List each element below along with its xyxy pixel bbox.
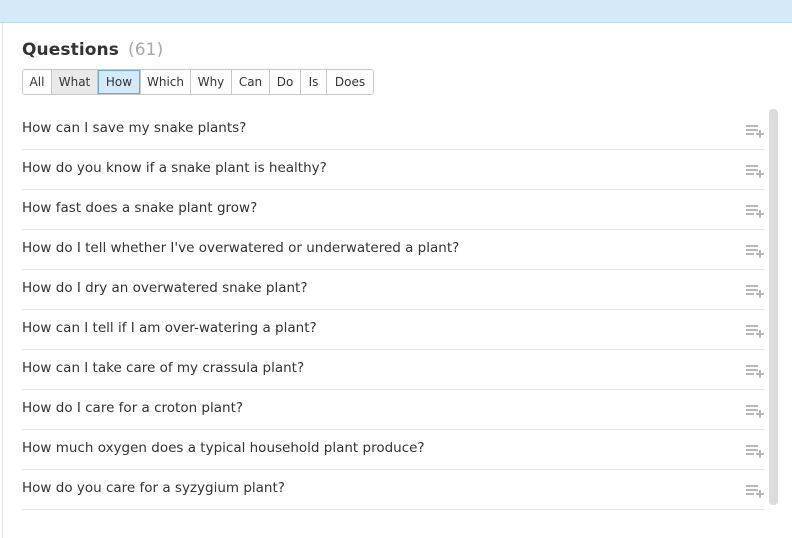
- filter-why[interactable]: Why: [191, 70, 232, 94]
- list-item: How do you know if a snake plant is heal…: [22, 150, 764, 190]
- question-text[interactable]: How do I dry an overwatered snake plant?: [22, 280, 308, 296]
- filter-can[interactable]: Can: [232, 70, 270, 94]
- add-to-list-icon[interactable]: [746, 484, 764, 498]
- question-text[interactable]: How do I care for a croton plant?: [22, 400, 243, 416]
- question-text[interactable]: How fast does a snake plant grow?: [22, 200, 257, 216]
- add-to-list-icon[interactable]: [746, 324, 764, 338]
- list-item: How can I save my snake plants?: [22, 110, 764, 150]
- add-to-list-icon[interactable]: [746, 404, 764, 418]
- filter-all[interactable]: All: [23, 70, 52, 94]
- add-to-list-icon[interactable]: [746, 364, 764, 378]
- filter-does[interactable]: Does: [327, 70, 373, 94]
- list-scrollbar[interactable]: [769, 109, 778, 505]
- list-item: How do I dry an overwatered snake plant?: [22, 270, 764, 310]
- filter-is[interactable]: Is: [301, 70, 327, 94]
- add-to-list-icon[interactable]: [746, 444, 764, 458]
- list-item: How can I tell if I am over-watering a p…: [22, 310, 764, 350]
- panel-title-text: Questions: [22, 40, 119, 60]
- list-item: How much oxygen does a typical household…: [22, 430, 764, 470]
- question-text[interactable]: How can I take care of my crassula plant…: [22, 360, 304, 376]
- question-text[interactable]: How do you care for a syzygium plant?: [22, 480, 285, 496]
- list-item: How fast does a snake plant grow?: [22, 190, 764, 230]
- questions-panel: Questions (61) All What How Which Why Ca…: [2, 23, 791, 538]
- list-item: How do I tell whether I've overwatered o…: [22, 230, 764, 270]
- list-item: How do you care for a syzygium plant?: [22, 470, 764, 510]
- add-to-list-icon[interactable]: [746, 204, 764, 218]
- add-to-list-icon[interactable]: [746, 124, 764, 138]
- question-text[interactable]: How much oxygen does a typical household…: [22, 440, 425, 456]
- filter-do[interactable]: Do: [270, 70, 301, 94]
- question-count: (61): [128, 40, 164, 60]
- add-to-list-icon[interactable]: [746, 284, 764, 298]
- filter-which[interactable]: Which: [141, 70, 191, 94]
- filter-how[interactable]: How: [98, 70, 141, 94]
- question-text[interactable]: How do I tell whether I've overwatered o…: [22, 240, 459, 256]
- add-to-list-icon[interactable]: [746, 164, 764, 178]
- list-item: How do I care for a croton plant?: [22, 390, 764, 430]
- question-text[interactable]: How do you know if a snake plant is heal…: [22, 160, 327, 176]
- question-text[interactable]: How can I save my snake plants?: [22, 120, 246, 136]
- filter-what[interactable]: What: [52, 70, 98, 94]
- list-item: How can I take care of my crassula plant…: [22, 350, 764, 390]
- question-list: How can I save my snake plants? How do y…: [22, 110, 764, 510]
- panel-title: Questions (61): [22, 40, 163, 60]
- question-filter-tabs: All What How Which Why Can Do Is Does: [22, 69, 374, 95]
- question-text[interactable]: How can I tell if I am over-watering a p…: [22, 320, 317, 336]
- top-bar: [0, 0, 792, 23]
- add-to-list-icon[interactable]: [746, 244, 764, 258]
